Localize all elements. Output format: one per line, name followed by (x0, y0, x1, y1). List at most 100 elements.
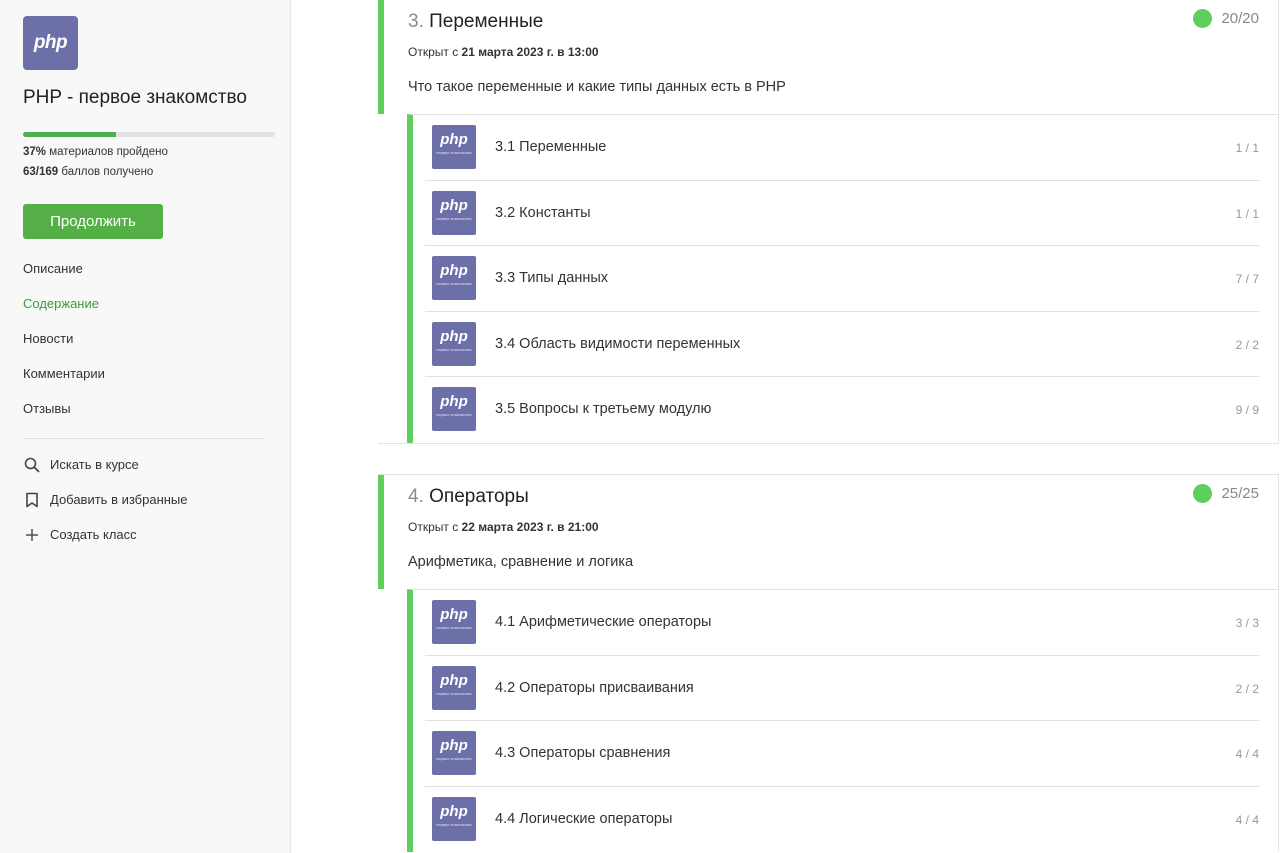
thumb-subtitle: первое знакомство (436, 625, 472, 630)
lesson-title[interactable]: 4.3 Операторы сравнения (495, 745, 670, 761)
thumb-logo-text: php (440, 737, 468, 754)
thumb-logo-text: php (440, 262, 468, 279)
add-to-favorites-label: Добавить в избранные (50, 492, 188, 507)
php-lesson-thumbnail: php первое знакомство (432, 190, 476, 235)
course-logo[interactable]: php (23, 16, 78, 70)
lesson-row[interactable]: php первое знакомство 3.5 Вопросы к треть… (425, 377, 1259, 443)
module-header: 4. Операторы Открыт с 22 марта 2023 г. в… (378, 475, 1278, 589)
nav-item-reviews[interactable]: Отзывы (23, 400, 105, 435)
page: php PHP - первое знакомство 37% материал… (0, 0, 1280, 853)
thumb-logo-text: php (440, 131, 468, 148)
thumb-logo-text: php (440, 802, 468, 820)
course-title[interactable]: PHP - первое знакомство (23, 87, 247, 109)
module-open-value: 22 марта 2023 г. в 21:00 (461, 520, 599, 534)
module-card: 4. Операторы Открыт с 22 марта 2023 г. в… (378, 474, 1279, 852)
module-description: Арифметика, сравнение и логика (408, 554, 634, 570)
thumb-subtitle: первое знакомство (436, 150, 472, 155)
sidebar-divider (23, 438, 264, 439)
search-in-course-label: Искать в курсе (50, 457, 139, 472)
create-class-action[interactable]: Создать класс (23, 526, 188, 561)
lesson-row[interactable]: php первое знакомство 4.3 Операторы сравн… (425, 721, 1259, 787)
lesson-row[interactable]: php первое знакомство 3.1 Переменные 1 / … (425, 115, 1259, 181)
thumb-logo-text: php (440, 393, 468, 410)
nav-item-comments[interactable]: Комментарии (23, 365, 105, 400)
thumb-subtitle: первое знакомство (436, 281, 472, 286)
course-nav: Описание Содержание Новости Комментарии … (23, 260, 105, 435)
lesson-title[interactable]: 3.5 Вопросы к третьему модулю (495, 401, 711, 417)
thumb-logo-text: php (440, 671, 468, 689)
continue-button[interactable]: Продолжить (23, 204, 163, 239)
module-number: 4. (408, 486, 424, 507)
lesson-score: 1 / 1 (1235, 141, 1259, 155)
thumb-subtitle: первое знакомство (436, 346, 472, 352)
materials-value: 37% (23, 146, 47, 158)
search-in-course-action[interactable]: Искать в курсе (23, 456, 188, 491)
lesson-score: 4 / 4 (1235, 812, 1259, 827)
create-class-label: Создать класс (50, 527, 137, 542)
points-label: баллов получено (58, 166, 154, 178)
sidebar-actions: Искать в курсе Добавить в избранные Созд… (23, 456, 188, 561)
module-score: 20/20 (1193, 9, 1259, 28)
lesson-list: php первое знакомство 3.1 Переменные 1 / … (407, 114, 1278, 443)
module-score: 25/25 (1193, 484, 1259, 503)
lesson-title[interactable]: 3.4 Область видимости переменных (495, 336, 740, 352)
course-logo-text: php (33, 32, 68, 53)
materials-stat: 37% материалов пройдено (23, 146, 168, 158)
nav-item-description[interactable]: Описание (23, 260, 105, 295)
lesson-score: 3 / 3 (1235, 616, 1259, 630)
php-lesson-thumbnail: php первое знакомство (432, 256, 476, 300)
search-icon (23, 456, 41, 474)
module-card: 3. Переменные Открыт с 21 марта 2023 г. … (378, 0, 1279, 444)
completed-status-icon (1193, 484, 1213, 503)
lesson-score: 7 / 7 (1235, 272, 1259, 286)
lesson-title[interactable]: 4.2 Операторы присваивания (495, 680, 694, 696)
lesson-title[interactable]: 3.2 Константы (495, 205, 591, 221)
thumb-subtitle: первое знакомство (436, 756, 472, 761)
module-title[interactable]: 3. Переменные (408, 11, 543, 33)
course-progress-fill (23, 132, 117, 137)
module-title-text: Операторы (429, 486, 529, 507)
lesson-row[interactable]: php первое знакомство 4.1 Арифметические … (425, 590, 1259, 656)
lesson-title[interactable]: 4.1 Арифметические операторы (495, 614, 711, 630)
lesson-row[interactable]: php первое знакомство 3.2 Константы 1 / 1 (425, 181, 1259, 246)
thumb-logo-text: php (440, 606, 468, 623)
lesson-score: 1 / 1 (1235, 206, 1259, 221)
lesson-list: php первое знакомство 4.1 Арифметические … (407, 589, 1278, 852)
nav-item-news[interactable]: Новости (23, 330, 105, 365)
lesson-row[interactable]: php первое знакомство 4.4 Логические опер… (425, 787, 1259, 853)
php-lesson-thumbnail: php первое знакомство (432, 796, 476, 841)
module-open-value: 21 марта 2023 г. в 13:00 (461, 45, 599, 59)
add-to-favorites-action[interactable]: Добавить в избранные (23, 491, 188, 526)
lesson-title[interactable]: 3.3 Типы данных (495, 270, 608, 286)
lesson-score: 9 / 9 (1235, 403, 1259, 417)
module-open-prefix: Открыт с (408, 520, 462, 534)
points-value: 63/169 (23, 166, 59, 178)
module-open-date: Открыт с 22 марта 2023 г. в 21:00 (408, 520, 599, 534)
lesson-title[interactable]: 4.4 Логические операторы (495, 811, 672, 827)
bookmark-icon (23, 491, 41, 509)
php-lesson-thumbnail: php первое знакомство (432, 600, 476, 644)
php-lesson-thumbnail: php первое знакомство (432, 731, 476, 775)
sidebar: php PHP - первое знакомство 37% материал… (0, 0, 291, 853)
php-lesson-thumbnail: php первое знакомство (432, 321, 476, 366)
lesson-score: 2 / 2 (1235, 681, 1259, 696)
module-open-date: Открыт с 21 марта 2023 г. в 13:00 (408, 45, 599, 59)
module-score-value: 25/25 (1221, 485, 1259, 502)
lesson-score: 4 / 4 (1235, 747, 1259, 761)
module-title[interactable]: 4. Операторы (408, 486, 529, 508)
module-number: 3. (408, 11, 424, 32)
thumb-logo-text: php (440, 196, 468, 214)
thumb-subtitle: первое знакомство (436, 412, 472, 417)
lesson-row[interactable]: php первое знакомство 4.2 Операторы присв… (425, 656, 1259, 721)
php-lesson-thumbnail: php первое знакомство (432, 387, 476, 431)
module-header: 3. Переменные Открыт с 21 марта 2023 г. … (378, 0, 1278, 114)
lesson-title[interactable]: 3.1 Переменные (495, 139, 606, 155)
nav-item-contents[interactable]: Содержание (23, 295, 105, 330)
plus-icon (23, 526, 41, 544)
php-lesson-thumbnail: php первое знакомство (432, 665, 476, 710)
lesson-score: 2 / 2 (1235, 337, 1259, 352)
php-lesson-thumbnail: php первое знакомство (432, 125, 476, 169)
thumb-logo-text: php (440, 327, 468, 345)
lesson-row[interactable]: php первое знакомство 3.4 Область видимос… (425, 312, 1259, 377)
lesson-row[interactable]: php первое знакомство 3.3 Типы данных 7 /… (425, 246, 1259, 312)
